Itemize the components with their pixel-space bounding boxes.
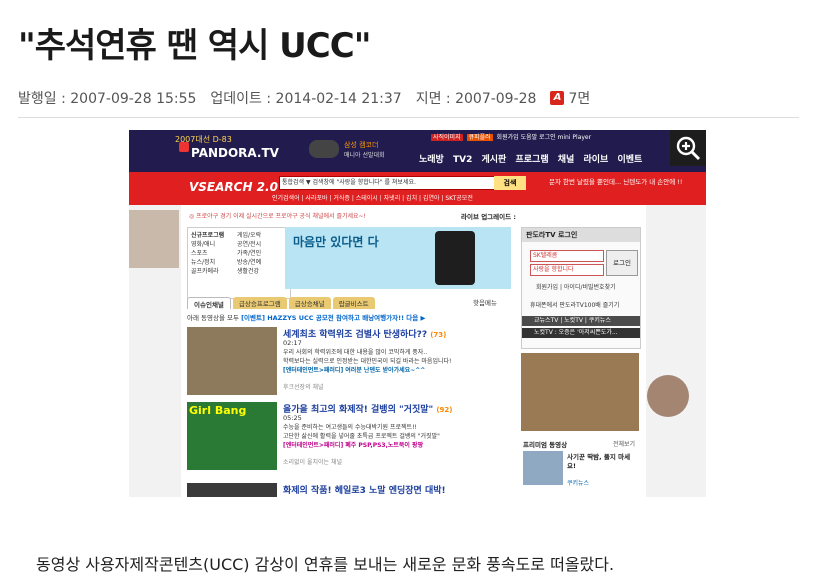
video-channel: 소리없이 울치이는 채널 (283, 459, 343, 466)
nav-item: 이벤트 (617, 155, 643, 165)
top-link: mini Player (557, 134, 592, 141)
published-date: 발행일 : 2007-09-28 15:55 (18, 91, 197, 107)
category-item: 공연/전시 (237, 241, 262, 248)
category-item: 방송/연예 (237, 259, 262, 266)
cam-sub: 매니아 선발대회 (344, 152, 385, 159)
nav-item: 채널 (557, 155, 575, 165)
video-title: 세계최초 학력위조 검별사 탄생하다?? (73) (283, 330, 447, 340)
video-time: 02:17 (283, 339, 302, 347)
page-number[interactable]: 7면 (568, 88, 590, 108)
top-link: 도움말 (520, 134, 538, 141)
premium-header: 프리미엄 동영상 (523, 441, 568, 449)
login-id-field: SK텔레콤 (530, 250, 604, 262)
category-item: 뉴스/정치 (191, 259, 216, 266)
category-item: 신규프로그램 (191, 232, 225, 239)
video-time: 05:25 (283, 414, 302, 422)
article-meta: 발행일 : 2007-09-28 15:55 업데이트 : 2014-02-14… (18, 88, 604, 108)
samsung-banner: 마음만 있다면 다 (285, 227, 511, 289)
magnify-plus-icon[interactable] (670, 130, 706, 166)
article-lead: 동영상 사용자제작콘텐츠(UCC) 감상이 연휴를 보내는 새로운 문화 풍속도… (36, 555, 615, 574)
nav-item: 프로그램 (515, 155, 549, 165)
login-pw-field: 사랑을 향합니다 (530, 264, 604, 276)
video-title: 화제의 작품! 헤일로3 노말 엔딩장면 대박! (283, 486, 446, 496)
tab-issue: 이슈인채널 (187, 297, 231, 309)
paper-date: 지면 : 2007-09-28 (415, 91, 537, 107)
tab-rising-channel: 급상승채널 (288, 297, 331, 309)
category-item: 생활건강 (237, 268, 260, 275)
premium-thumbnail (523, 451, 563, 485)
video-thumbnail: Girl Bang (187, 402, 277, 470)
updated-date: 업데이트 : 2014-02-14 21:37 (210, 91, 402, 107)
campaign-label: 2007대선 D-83 (175, 135, 232, 144)
nav-item: 라이브 (583, 155, 609, 165)
login-box: 판도라TV 로그인 SK텔레콤 사랑을 향합니다 로그인 회원가입 | 아이디/… (521, 227, 641, 349)
video-title: 올가을 최고의 화제작! 걸뱅의 "거짓말" (92) (283, 405, 453, 415)
ticker: ◎ 프로야구 경기 이제 실시간으로 프로야구 공식 채널에서 즐기세요~! (189, 213, 366, 220)
tab-best: 랍글비스트 (332, 297, 375, 309)
category-item: 영화/애니 (191, 241, 216, 248)
pandora-searchbar: VSEARCH 2.0 통합검색 ▼ 검색창에 "사랑을 향합니다" 를 쳐보세… (129, 172, 706, 205)
category-item: 스포츠 (191, 250, 208, 257)
top-link: 로그인 (539, 134, 556, 141)
nav-item: 노래방 (419, 155, 444, 165)
divider (18, 117, 799, 118)
nocut-strip: 노컷TV : 오증은 '아저씨쁜도가... (522, 328, 640, 338)
news-strip: 교뉴스TV | 노컷TV | 쿠키뉴스 (522, 316, 640, 326)
mobile-line: 휴대폰에서 판도라TV100배 즐기기 (530, 302, 620, 309)
channel-tabs: 이슈인채널 급상승프로그램 급상승채널 랍글비스트 (187, 297, 513, 309)
camcorder-icon (309, 140, 339, 158)
thumbnail-caption: Girl Bang (189, 404, 247, 417)
video-desc: 수능을 준비하는 여고생들의 수능대박기원 프로젝트!! 고단한 삶신에 활력을… (283, 424, 440, 449)
video-thumbnail (187, 483, 277, 497)
premium-source: 쿠키뉴스 (567, 480, 590, 487)
article-photo: 2007대선 D-83 PANDORA.TV 삼성 캠코더 매니아 선발대회 사… (129, 130, 706, 497)
category-item: 게임/오락 (237, 232, 262, 239)
pandora-page: ◎ 프로야구 경기 이제 실시간으로 프로야구 공식 채널에서 즐기세요~! 라… (181, 205, 646, 497)
phone-image (435, 231, 475, 285)
pandora-logo: PANDORA.TV (191, 146, 279, 160)
mall-photo (521, 353, 639, 431)
video-desc: 우리 사회의 학력위조에 대한 내용을 많이 코믹하게 풍자.. 학력보다는 실… (283, 349, 452, 374)
top-links: 사직이미지 큐피플러 회원가입 도움말 로그인 mini Player (431, 132, 591, 141)
category-item: 골프카메라 (191, 268, 219, 275)
popular-keywords: 인기검색어 | 사라포바 | 거식증 | 스테이시 | 자넷리 | 김치 | 김… (272, 195, 473, 202)
ad-text: 문자 한번 날렸을 뿐인데... 닌텐도가 내 손안에 !! (549, 178, 683, 186)
tab-rising-program: 급상승프로그램 (232, 297, 287, 309)
notice-line: 아래 동영상을 모두 [이벤트] HAZZYS UCC 공모전 참여하고 배낭여… (187, 312, 513, 322)
video-thumbnail (187, 327, 277, 395)
top-link: 큐피플러 (466, 134, 493, 141)
article-title: "추석연휴 땐 역시 UCC" (18, 26, 371, 66)
premium-all: 전체보기 (613, 441, 636, 448)
pandora-topbar: 2007대선 D-83 PANDORA.TV 삼성 캠코더 매니아 선발대회 사… (129, 130, 706, 172)
banner-text: 마음만 있다면 다 (293, 235, 379, 249)
vsearch-logo: VSEARCH 2.0 (189, 180, 278, 194)
tab-hot: 핫음메뉴 (473, 299, 497, 307)
pdf-icon[interactable]: A (550, 91, 565, 105)
category-item: 가족/연인 (237, 250, 262, 257)
premium-title: 사기꾼 딱밤, 풀지 마세요! (567, 453, 631, 470)
login-header: 판도라TV 로그인 (522, 228, 640, 242)
login-button: 로그인 (606, 250, 638, 276)
cam-title: 삼성 캠코더 (344, 141, 379, 149)
nav-item: TV2 (452, 155, 473, 165)
notice-text: [이벤트] HAZZYS UCC 공모전 참여하고 배낭여행가자!! 다음 ▶ (241, 314, 426, 322)
notice-prefix: 아래 동영상을 모두 (187, 314, 239, 322)
video-channel: 후크선장의 채널 (283, 384, 324, 391)
nav-item: 게시판 (481, 155, 507, 165)
pandora-search-input: 통합검색 ▼ 검색창에 "사랑을 향합니다" 를 쳐보세요. (279, 176, 503, 190)
top-link: 사직이미지 (431, 134, 463, 141)
live-update: 라이브 업그레이드 : (461, 213, 516, 221)
login-links: 회원가입 | 아이디/비밀번호찾기 (536, 284, 616, 291)
side-person-photo (129, 210, 179, 268)
pandora-nav: 노래방 TV2 게시판 프로그램 채널 라이브 이벤트 (419, 152, 648, 165)
pandora-search-button: 검색 (494, 176, 526, 190)
top-link: 회원가입 (496, 134, 519, 141)
side-person-photo (647, 375, 689, 417)
category-box: 신규프로그램 게임/오락 영화/애니 공연/전시 스포츠 가족/연인 뉴스/정치 방송/… (187, 227, 291, 299)
